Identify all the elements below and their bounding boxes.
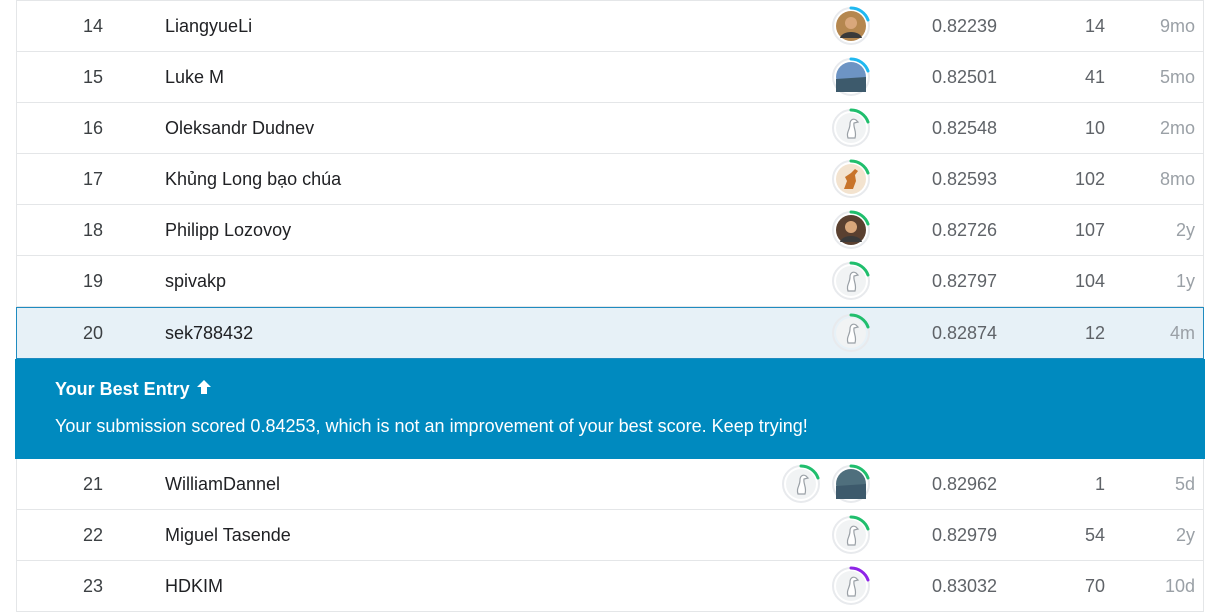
current-user-row-container: 20 sek788432 0.82874 12 4m: [16, 307, 1204, 359]
team-members-avatars: [831, 154, 871, 204]
entries-count: 70: [1084, 575, 1105, 596]
team-members-avatars: [781, 459, 871, 509]
default-goose-avatar-icon[interactable]: [831, 313, 871, 353]
team-name-link[interactable]: WilliamDannel: [165, 459, 280, 509]
banner-message: Your submission scored 0.84253, which is…: [55, 416, 808, 436]
rank-cell: 19: [82, 270, 103, 291]
banner-title-wrap: Your Best Entry: [55, 379, 1165, 400]
leaderboard-row[interactable]: 22 Miguel Tasende 0.82979 54 2y: [16, 510, 1204, 561]
team-name-link[interactable]: sek788432: [165, 308, 253, 358]
best-entry-banner: Your Best Entry Your submission scored 0…: [15, 359, 1205, 459]
last-submission-time: 9mo: [1159, 15, 1195, 36]
team-members-avatars: [831, 510, 871, 560]
entries-count: 104: [1074, 270, 1105, 291]
last-submission-time: 5mo: [1159, 66, 1195, 87]
leaderboard-row[interactable]: 15 Luke M 0.82501 41 5mo: [16, 52, 1204, 103]
entries-count: 41: [1084, 66, 1105, 87]
rank-cell: 23: [82, 575, 103, 596]
default-goose-avatar-icon[interactable]: [831, 261, 871, 301]
team-name-link[interactable]: HDKIM: [165, 561, 223, 611]
avatar-photo-landscape-icon[interactable]: [831, 57, 871, 97]
rank-cell: 18: [82, 219, 103, 240]
score-cell: 0.82726: [932, 219, 998, 240]
last-submission-time: 10d: [1164, 575, 1195, 596]
last-submission-time: 2mo: [1159, 117, 1195, 138]
arrow-up-icon: [196, 379, 212, 400]
team-name-link[interactable]: spivakp: [165, 256, 226, 306]
last-submission-time: 2y: [1175, 524, 1195, 545]
last-submission-time: 4m: [1169, 322, 1195, 343]
team-name-link[interactable]: Khủng Long bạo chúa: [165, 154, 341, 204]
default-goose-avatar-icon[interactable]: [781, 464, 821, 504]
leaderboard-row[interactable]: 18 Philipp Lozovoy 0.82726 107 2y: [16, 205, 1204, 256]
rank-cell: 15: [82, 66, 103, 87]
leaderboard-row[interactable]: 17 Khủng Long bạo chúa 0.82593 102 8mo: [16, 154, 1204, 205]
score-cell: 0.82979: [932, 524, 998, 545]
entries-count: 14: [1084, 15, 1105, 36]
score-cell: 0.82874: [932, 322, 998, 343]
entries-count: 54: [1084, 524, 1105, 545]
last-submission-time: 8mo: [1159, 168, 1195, 189]
team-name-link[interactable]: Miguel Tasende: [165, 510, 291, 560]
leaderboard-rows-below: 21 WilliamDannel 0.82962 1 5d 22 Miguel Tasend…: [16, 459, 1204, 612]
team-members-avatars: [831, 52, 871, 102]
rank-cell: 20: [82, 322, 103, 343]
rank-cell: 14: [82, 15, 103, 36]
leaderboard-rows-above: 14 LiangyueLi 0.82239 14 9mo 15 Luke M 0.82501 4…: [16, 0, 1204, 307]
leaderboard-row[interactable]: 19 spivakp 0.82797 104 1y: [16, 256, 1204, 307]
team-name-link[interactable]: Luke M: [165, 52, 224, 102]
leaderboard-row[interactable]: 16 Oleksandr Dudnev 0.82548 10 2mo: [16, 103, 1204, 154]
team-name-link[interactable]: LiangyueLi: [165, 1, 252, 51]
team-name-link[interactable]: Oleksandr Dudnev: [165, 103, 314, 153]
last-submission-time: 2y: [1175, 219, 1195, 240]
entries-count: 12: [1084, 322, 1105, 343]
score-cell: 0.82593: [932, 168, 998, 189]
avatar-photo-person-icon[interactable]: [831, 210, 871, 250]
team-members-avatars: [831, 256, 871, 306]
current-user-row[interactable]: 20 sek788432 0.82874 12 4m: [16, 307, 1204, 359]
rank-cell: 21: [82, 473, 103, 494]
rank-cell: 22: [82, 524, 103, 545]
score-cell: 0.83032: [932, 575, 998, 596]
leaderboard-row[interactable]: 14 LiangyueLi 0.82239 14 9mo: [16, 1, 1204, 52]
score-cell: 0.82501: [932, 66, 998, 87]
leaderboard-row[interactable]: 23 HDKIM 0.83032 70 10d: [16, 561, 1204, 612]
leaderboard: 14 LiangyueLi 0.82239 14 9mo 15 Luke M 0.82501 4…: [15, 0, 1205, 612]
avatar-photo-landscape-icon[interactable]: [831, 464, 871, 504]
rank-cell: 16: [82, 117, 103, 138]
team-name-link[interactable]: Philipp Lozovoy: [165, 205, 291, 255]
team-members-avatars: [831, 561, 871, 611]
default-goose-avatar-icon[interactable]: [831, 515, 871, 555]
last-submission-time: 5d: [1174, 473, 1195, 494]
score-cell: 0.82797: [932, 270, 998, 291]
entries-count: 10: [1084, 117, 1105, 138]
score-cell: 0.82548: [932, 117, 998, 138]
leaderboard-row[interactable]: 21 WilliamDannel 0.82962 1 5d: [16, 459, 1204, 510]
banner-title: Your Best Entry: [55, 379, 190, 399]
entries-count: 102: [1074, 168, 1105, 189]
avatar-photo-person-icon[interactable]: [831, 6, 871, 46]
entries-count: 107: [1074, 219, 1105, 240]
team-members-avatars: [831, 1, 871, 51]
team-members-avatars: [831, 308, 871, 358]
entries-count: 1: [1094, 473, 1105, 494]
team-members-avatars: [831, 103, 871, 153]
default-goose-avatar-icon[interactable]: [831, 566, 871, 606]
last-submission-time: 1y: [1175, 270, 1195, 291]
avatar-dinosaur-icon[interactable]: [831, 159, 871, 199]
default-goose-avatar-icon[interactable]: [831, 108, 871, 148]
rank-cell: 17: [82, 168, 103, 189]
score-cell: 0.82962: [932, 473, 998, 494]
team-members-avatars: [831, 205, 871, 255]
score-cell: 0.82239: [932, 15, 998, 36]
